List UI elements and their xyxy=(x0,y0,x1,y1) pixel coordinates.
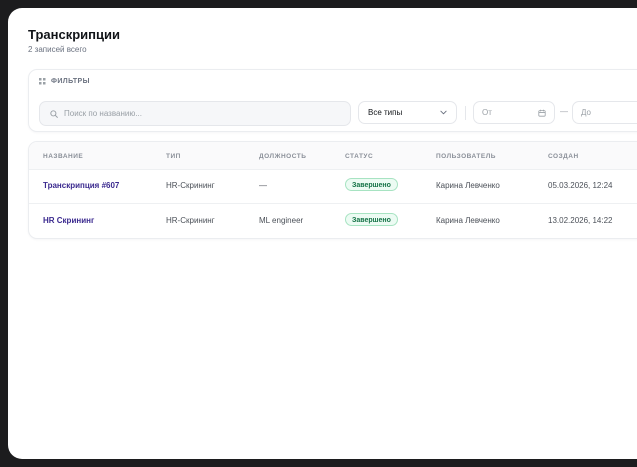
table-row[interactable]: Транскрипция #607 HR-Скрининг — Завершен… xyxy=(29,169,637,204)
cell-created: 05.03.2026, 12:24 xyxy=(548,181,613,190)
date-to-field[interactable]: До xyxy=(572,101,637,124)
column-header-type[interactable]: ТИП xyxy=(166,153,181,160)
column-header-position[interactable]: ДОЛЖНОСТЬ xyxy=(259,153,306,160)
page-title: Транскрипции xyxy=(28,27,120,42)
search-field[interactable] xyxy=(39,101,351,126)
calendar-icon[interactable] xyxy=(538,109,546,117)
type-select[interactable]: Все типы xyxy=(358,101,457,124)
date-to-placeholder: До xyxy=(581,108,591,117)
filter-icon xyxy=(39,78,46,85)
cell-user: Карина Левченко xyxy=(436,181,500,190)
filters-title: ФИЛЬТРЫ xyxy=(51,78,90,85)
column-header-user[interactable]: ПОЛЬЗОВАТЕЛЬ xyxy=(436,153,496,160)
transcription-name-link[interactable]: Транскрипция #607 xyxy=(43,181,119,190)
status-badge: Завершено xyxy=(345,213,398,226)
search-input[interactable] xyxy=(64,109,324,118)
status-badge: Завершено xyxy=(345,178,398,191)
column-header-created[interactable]: СОЗДАН xyxy=(548,153,579,160)
filters-panel: ФИЛЬТРЫ Все типы От xyxy=(28,69,637,132)
date-from-placeholder: От xyxy=(482,108,492,117)
transcriptions-table: НАЗВАНИЕ ТИП ДОЛЖНОСТЬ СТАТУС ПОЛЬЗОВАТЕ… xyxy=(28,141,637,239)
chevron-down-icon xyxy=(440,110,447,115)
filters-header: ФИЛЬТРЫ xyxy=(39,78,90,85)
transcription-name-link[interactable]: HR Скрининг xyxy=(43,216,94,225)
table-row[interactable]: HR Скрининг HR-Скрининг ML engineer Заве… xyxy=(29,204,637,238)
app-frame: Транскрипции 2 записей всего ФИЛЬТРЫ Пои… xyxy=(8,8,637,459)
records-count: 2 записей всего xyxy=(28,45,87,54)
cell-created: 13.02.2026, 14:22 xyxy=(548,216,613,225)
column-header-status[interactable]: СТАТУС xyxy=(345,153,373,160)
date-range-separator: — xyxy=(560,107,568,116)
cell-user: Карина Левченко xyxy=(436,216,500,225)
table-header: НАЗВАНИЕ ТИП ДОЛЖНОСТЬ СТАТУС ПОЛЬЗОВАТЕ… xyxy=(29,142,637,170)
search-icon xyxy=(50,109,58,118)
cell-type: HR-Скрининг xyxy=(166,181,215,190)
cell-position: — xyxy=(259,181,267,190)
cell-type: HR-Скрининг xyxy=(166,216,215,225)
type-select-value: Все типы xyxy=(368,108,403,117)
filters-divider xyxy=(465,106,466,120)
column-header-name[interactable]: НАЗВАНИЕ xyxy=(43,153,83,160)
cell-position: ML engineer xyxy=(259,216,304,225)
date-from-field[interactable]: От xyxy=(473,101,555,124)
